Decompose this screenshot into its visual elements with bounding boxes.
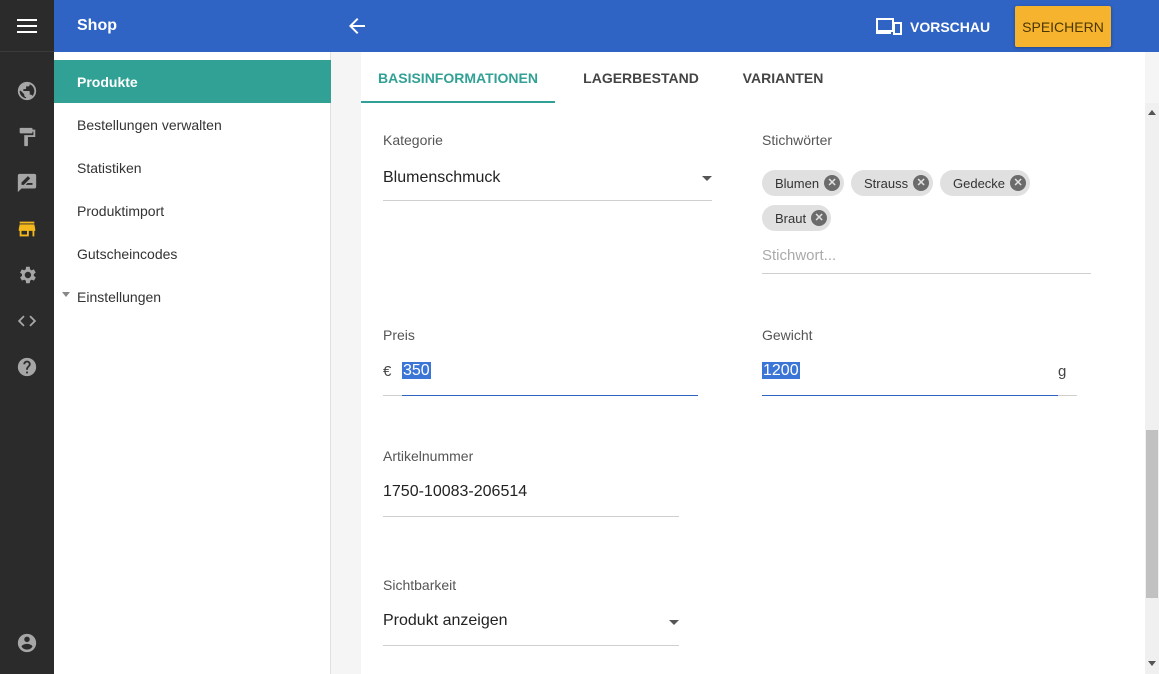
remove-chip-icon[interactable]: ✕ [1010, 175, 1027, 191]
rail-settings-button[interactable] [0, 252, 54, 298]
kategorie-value: Blumenschmuck [383, 169, 501, 186]
rail-help-button[interactable] [0, 344, 54, 390]
chip-label: Gedecke [953, 175, 1006, 191]
chip-label: Braut [775, 210, 807, 226]
globe-icon [17, 81, 37, 101]
devices-icon [876, 18, 902, 35]
code-icon [17, 315, 37, 327]
account-icon [17, 633, 37, 653]
chip-label: Blumen [775, 175, 820, 191]
keyword-chip[interactable]: Blumen ✕ [762, 170, 845, 196]
remove-chip-icon[interactable]: ✕ [811, 210, 828, 226]
save-button[interactable]: SPEICHERN [1015, 6, 1111, 47]
sidebar-item-statistiken[interactable]: Statistiken [54, 146, 331, 189]
kategorie-select[interactable]: Blumenschmuck [383, 160, 712, 202]
gewicht-value: 1200 [762, 362, 800, 379]
sichtbarkeit-value: Produkt anzeigen [383, 612, 508, 629]
menu-icon [17, 18, 37, 33]
scroll-down-icon[interactable] [1148, 661, 1156, 666]
active-tab-indicator [361, 101, 555, 103]
rail-content-button[interactable] [0, 160, 54, 206]
scrollbar[interactable] [1145, 103, 1159, 674]
scroll-up-icon[interactable] [1148, 110, 1156, 115]
kategorie-label: Kategorie [383, 132, 443, 148]
content-area: BASISINFORMATIONEN LAGERBESTAND VARIANTE… [331, 52, 1145, 674]
rail-account-button[interactable] [0, 620, 54, 666]
scrollbar-thumb[interactable] [1146, 430, 1158, 598]
arrow-left-icon [349, 18, 365, 34]
sidebar-item-einstellungen[interactable]: Einstellungen [54, 275, 331, 318]
sidebar-item-produkte[interactable]: Produkte [54, 60, 331, 103]
gewicht-underline-suffix [1058, 395, 1077, 396]
back-button[interactable] [345, 14, 369, 38]
preis-value: 350 [402, 362, 431, 379]
remove-chip-icon[interactable]: ✕ [824, 175, 841, 191]
preis-label: Preis [383, 327, 415, 343]
artikelnummer-input[interactable]: 1750-10083-206514 [383, 483, 527, 501]
keyword-chip[interactable]: Braut ✕ [762, 205, 832, 231]
sidebar: Produkte Bestellungen verwalten Statisti… [54, 52, 331, 674]
gear-icon [20, 266, 36, 284]
preis-underline-prefix [383, 395, 402, 396]
tab-varianten[interactable]: VARIANTEN [727, 52, 839, 104]
keyword-input[interactable]: Stichwort... [762, 247, 836, 264]
sichtbarkeit-select[interactable]: Produkt anzeigen [383, 604, 679, 646]
menu-button[interactable] [0, 0, 54, 52]
artikelnummer-underline [383, 516, 679, 517]
gewicht-label: Gewicht [762, 327, 813, 343]
unit-suffix: g [1058, 363, 1067, 380]
help-icon [17, 357, 37, 377]
keyword-chip[interactable]: Gedecke ✕ [940, 170, 1031, 196]
tab-bar: BASISINFORMATIONEN LAGERBESTAND VARIANTE… [361, 52, 1145, 104]
chip-label: Strauss [864, 175, 909, 191]
rail-shop-button[interactable] [0, 206, 54, 252]
product-form-card: BASISINFORMATIONEN LAGERBESTAND VARIANTE… [361, 52, 1145, 674]
edit-note-icon [17, 173, 37, 193]
keyword-underline [762, 273, 1091, 274]
preis-input[interactable]: 350 [402, 362, 431, 380]
remove-chip-icon[interactable]: ✕ [913, 175, 930, 191]
tab-lagerbestand[interactable]: LAGERBESTAND [555, 52, 727, 104]
sidebar-item-bestellungen[interactable]: Bestellungen verwalten [54, 103, 331, 146]
artikelnummer-label: Artikelnummer [383, 448, 474, 464]
kategorie-underline [383, 200, 712, 201]
sichtbarkeit-underline [383, 645, 679, 646]
rail-code-button[interactable] [0, 298, 54, 344]
stichwoerter-label: Stichwörter [762, 132, 833, 148]
icon-rail [0, 0, 54, 674]
preview-label: VORSCHAU [910, 19, 991, 35]
paint-roller-icon [19, 127, 36, 147]
dropdown-arrow-icon [669, 620, 679, 625]
caret-down-icon [62, 292, 70, 297]
sidebar-item-label: Einstellungen [77, 288, 162, 305]
top-bar: VORSCHAU SPEICHERN [331, 0, 1159, 52]
keyword-chip[interactable]: Strauss ✕ [851, 170, 934, 196]
tab-basisinformationen[interactable]: BASISINFORMATIONEN [361, 52, 555, 104]
preis-underline [402, 395, 698, 396]
rail-globe-button[interactable] [0, 68, 54, 114]
preview-button[interactable]: VORSCHAU [876, 14, 990, 40]
gewicht-input[interactable]: 1200 [762, 362, 800, 380]
sidebar-item-produktimport[interactable]: Produktimport [54, 189, 331, 232]
rail-design-button[interactable] [0, 114, 54, 160]
gewicht-underline [762, 395, 1058, 396]
store-icon [18, 221, 36, 237]
sidebar-title: Shop [54, 0, 331, 52]
dropdown-arrow-icon [702, 176, 712, 181]
sichtbarkeit-label: Sichtbarkeit [383, 577, 457, 593]
currency-prefix: € [383, 363, 392, 380]
sidebar-item-gutscheincodes[interactable]: Gutscheincodes [54, 232, 331, 275]
